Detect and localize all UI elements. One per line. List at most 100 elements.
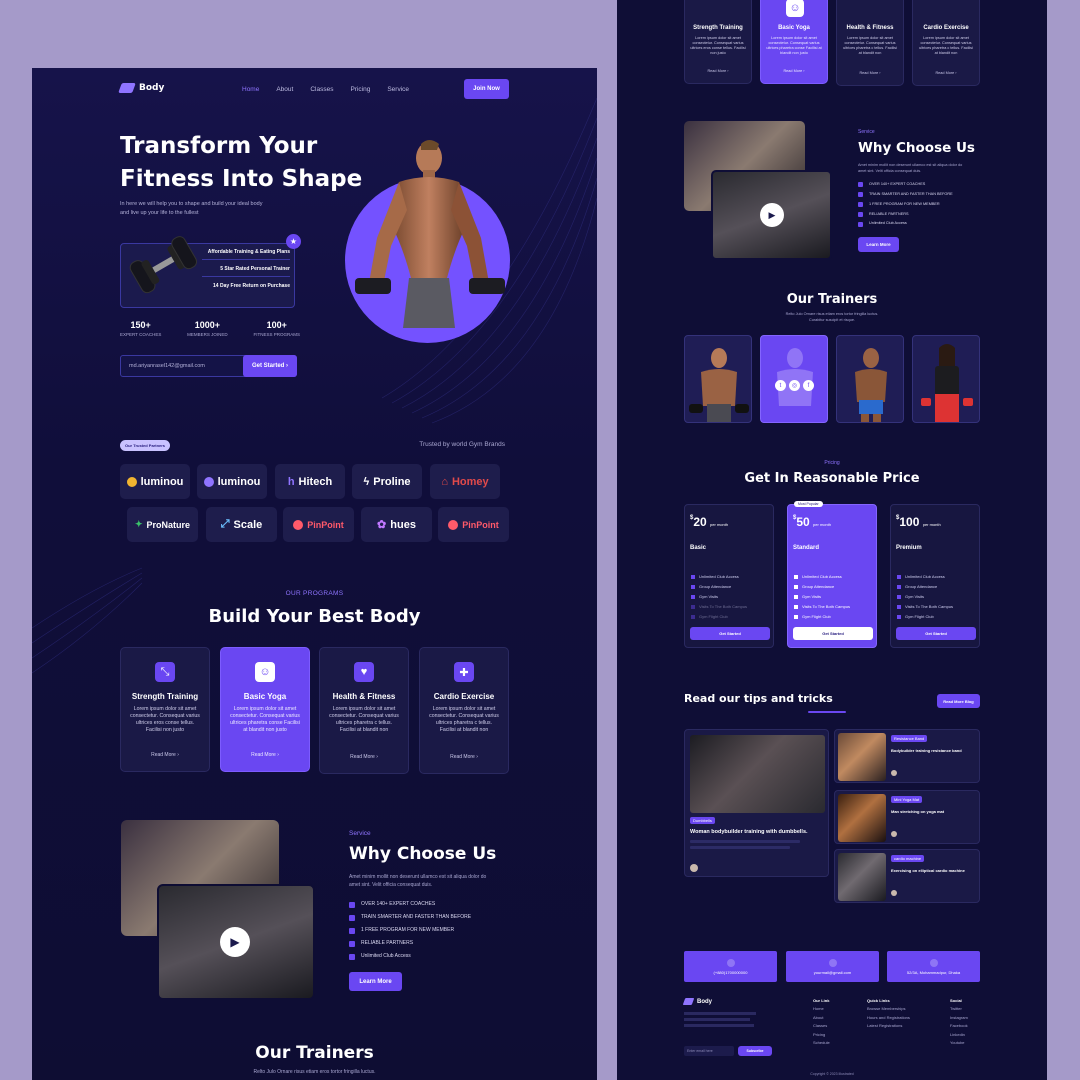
instagram-icon[interactable]: ◎ — [789, 380, 800, 391]
brand-label: luminou — [140, 475, 184, 488]
strength-icon: ⤡ — [155, 662, 175, 682]
read-more-link[interactable]: Read More › — [221, 752, 309, 758]
brand-homey[interactable]: ⌂ Homey — [430, 464, 500, 499]
plan-feature-label: Group Attendance — [905, 584, 938, 589]
contact-email[interactable]: yourmail@gmail.com — [786, 951, 879, 982]
join-now-button[interactable]: Join Now — [464, 79, 509, 99]
why-desc: Amet minim mollit non deserunt ullamco e… — [858, 162, 962, 174]
footer-social-link[interactable]: Instagram — [950, 1014, 968, 1022]
program-card[interactable]: ♥ Health & Fitness Lorem ipsum dolor sit… — [319, 647, 409, 774]
blog-main-card[interactable]: Dumbbells Woman bodybuilder training wit… — [684, 729, 829, 877]
footer-link[interactable]: Pricing — [813, 1031, 830, 1039]
program-card[interactable]: ✚ Cardio Exercise Lorem ipsum dolor sit … — [419, 647, 509, 774]
blog-side-card[interactable]: Mini Yoga Mat Man stretching on yoga mat — [834, 790, 980, 844]
phone-icon — [726, 958, 735, 967]
nav-home[interactable]: Home — [242, 86, 259, 93]
trainers-title: Our Trainers — [255, 1043, 374, 1063]
read-more-link[interactable]: Read More › — [320, 754, 408, 760]
author-avatar — [690, 864, 698, 872]
nav-pricing[interactable]: Pricing — [350, 86, 370, 93]
trainer-card-hover[interactable]: t ◎ f — [760, 335, 828, 423]
trainer-photo — [921, 344, 973, 422]
brand-luminou-2[interactable]: luminou — [197, 464, 267, 499]
brand-logo[interactable]: Body — [118, 83, 164, 93]
read-more-link[interactable]: Read More › — [420, 754, 508, 760]
plan-feature-label: Visits To The Both Campus — [802, 604, 851, 609]
play-icon[interactable]: ▶ — [220, 927, 250, 957]
program-card[interactable]: ⤡ Strength Training Lorem ipsum dolor si… — [120, 647, 210, 772]
blog-title: Woman bodybuilder training with dumbbell… — [690, 829, 808, 835]
learn-more-button[interactable]: Learn More — [858, 237, 899, 252]
brand-pinpoint-2[interactable]: PinPoint — [438, 507, 509, 542]
plan-get-started-button[interactable]: Get Started — [896, 627, 976, 640]
plan-feature: Gym Flight Club — [794, 614, 831, 619]
plan-get-started-button[interactable]: Get Started — [793, 627, 873, 640]
footer-social-link[interactable]: Linkedin — [950, 1031, 968, 1039]
brand-hues[interactable]: ✿ hues — [361, 507, 432, 542]
program-desc: Lorem ipsum dolor sit amet consectetur. … — [843, 36, 897, 56]
footer-link[interactable]: Browse Memberships — [867, 1005, 910, 1013]
nav-about[interactable]: About — [276, 86, 293, 93]
footer-brand[interactable]: Body — [682, 998, 712, 1005]
plan-feature: Visits To The Both Campus — [897, 604, 953, 609]
nav-classes[interactable]: Classes — [310, 86, 333, 93]
hero-subtitle-line1: In here we will help you to shape and bu… — [120, 201, 263, 207]
plan-get-started-button[interactable]: Get Started — [690, 627, 770, 640]
hero-title: Transform Your Fitness Into Shape — [120, 130, 362, 197]
facebook-icon[interactable]: f — [803, 380, 814, 391]
email-input[interactable]: md.ariyanrasel142@gmail.com — [129, 363, 205, 369]
subscribe-button[interactable]: Subscribe — [738, 1046, 772, 1056]
footer-link[interactable]: Hours and Registrations — [867, 1014, 910, 1022]
hero-subtitle: In here we will help you to shape and bu… — [120, 200, 262, 218]
read-more-link[interactable]: Read More › — [837, 71, 903, 75]
trainer-card[interactable] — [836, 335, 904, 423]
brand-hitech[interactable]: h Hitech — [275, 464, 345, 499]
footer-social-link[interactable]: Youtube — [950, 1039, 968, 1047]
brand-label: Homey — [451, 475, 489, 488]
why-desc-line2: amet sint. Velit officia consequat duis. — [349, 882, 433, 888]
read-more-link[interactable]: Read More › — [121, 752, 209, 758]
footer-link[interactable]: Schedule — [813, 1039, 830, 1047]
blog-side-card[interactable]: Resistance Band Bodybuilder training res… — [834, 729, 980, 783]
footer-link[interactable]: About — [813, 1014, 830, 1022]
read-more-link[interactable]: Read More › — [913, 71, 979, 75]
program-card[interactable]: ☺ Basic Yoga Lorem ipsum dolor sit amet … — [220, 647, 310, 772]
brand-luminou[interactable]: luminou — [120, 464, 190, 499]
blog-side-card[interactable]: cardio machine Exercising on elliptical … — [834, 849, 980, 903]
nav-service[interactable]: Service — [387, 86, 409, 93]
brand-pronature[interactable]: ✦ ProNature — [127, 507, 198, 542]
program-card-mini[interactable]: Cardio Exercise Lorem ipsum dolor sit am… — [912, 0, 980, 86]
program-card-mini[interactable]: Strength Training Lorem ipsum dolor sit … — [684, 0, 752, 84]
footer-link[interactable]: Latest Registrations — [867, 1022, 910, 1030]
check-icon — [794, 604, 798, 609]
contact-phone[interactable]: (+880)1700000000 — [684, 951, 777, 982]
trainer-card[interactable] — [912, 335, 980, 423]
program-card-mini[interactable]: ☺ Basic Yoga Lorem ipsum dolor sit amet … — [760, 0, 828, 84]
brand-proline[interactable]: ϟ Proline — [352, 464, 422, 499]
plan-feature-label: Group Attendance — [802, 584, 835, 589]
footer-email-input[interactable]: Enter email here — [684, 1046, 734, 1056]
program-card-mini[interactable]: Health & Fitness Lorem ipsum dolor sit a… — [836, 0, 904, 86]
brand-label: luminou — [217, 475, 261, 488]
plan-feature-label: Visits To The Both Campus — [699, 604, 748, 609]
program-desc: Lorem ipsum dolor sit amet consectetur. … — [130, 706, 200, 734]
learn-more-button[interactable]: Learn More — [349, 972, 402, 991]
plan-feature-label: Gym Flight Club — [802, 614, 831, 619]
blog-tag: Mini Yoga Mat — [891, 796, 923, 803]
get-started-button[interactable]: Get Started › — [243, 355, 297, 377]
brand-pinpoint[interactable]: PinPoint — [283, 507, 354, 542]
contact-address[interactable]: 52/3A, Mohammadpur, Dhaka — [887, 951, 980, 982]
read-more-link[interactable]: Read More › — [761, 69, 827, 73]
footer-link[interactable]: Home — [813, 1005, 830, 1013]
footer-social-link[interactable]: Twitter — [950, 1005, 968, 1013]
trainer-card[interactable] — [684, 335, 752, 423]
read-more-blog-button[interactable]: Read More Blog — [937, 694, 980, 708]
play-icon[interactable]: ▶ — [760, 203, 784, 227]
footer-desc-line — [684, 1012, 756, 1015]
footer-link[interactable]: Classes — [813, 1022, 830, 1030]
plan-feature-label: Gym Flight Club — [699, 614, 728, 619]
brand-scale[interactable]: ⤢ Scale — [206, 507, 277, 542]
read-more-link[interactable]: Read More › — [685, 69, 751, 73]
twitter-icon[interactable]: t — [775, 380, 786, 391]
footer-social-link[interactable]: Facebook — [950, 1022, 968, 1030]
